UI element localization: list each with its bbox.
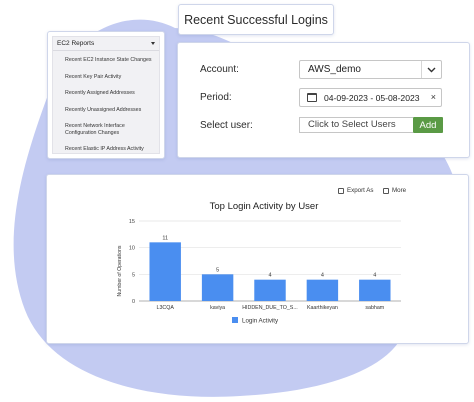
- x-tick-label: sabham: [365, 305, 384, 311]
- y-tick-label: 15: [129, 219, 135, 225]
- bar[interactable]: [359, 279, 391, 301]
- y-axis-label: Number of Operations: [117, 245, 123, 296]
- x-tick-label: Kaarthikeyan: [307, 305, 338, 311]
- page: Recent Successful Logins EC2 Reports Rec…: [0, 0, 474, 402]
- bar-data-label: 4: [321, 273, 324, 279]
- x-tick-label: kaviya: [210, 305, 225, 311]
- legend-swatch: [232, 317, 238, 323]
- y-tick-label: 5: [132, 272, 135, 278]
- chart-bars: 11 5 4 4 4: [149, 235, 391, 301]
- bar[interactable]: [149, 242, 181, 301]
- bar-data-label: 11: [162, 235, 168, 241]
- bar-data-label: 5: [216, 267, 219, 273]
- chart-legend[interactable]: Login Activity: [232, 317, 279, 325]
- bar[interactable]: [254, 279, 286, 301]
- chart-title: Top Login Activity by User: [210, 201, 319, 212]
- bar-data-label: 4: [373, 273, 376, 279]
- legend-label: Login Activity: [242, 318, 279, 325]
- y-tick-label: 0: [132, 299, 135, 305]
- x-tick-label: HIDDEN_DUE_TO_S...: [242, 305, 298, 311]
- bar-data-label: 4: [268, 273, 271, 279]
- y-tick-label: 10: [129, 246, 135, 252]
- bar[interactable]: [201, 274, 234, 301]
- x-tick-label: L3CQA: [157, 305, 175, 311]
- bar-chart: Top Login Activity by User Number of Ope…: [117, 201, 401, 325]
- bar[interactable]: [306, 279, 339, 301]
